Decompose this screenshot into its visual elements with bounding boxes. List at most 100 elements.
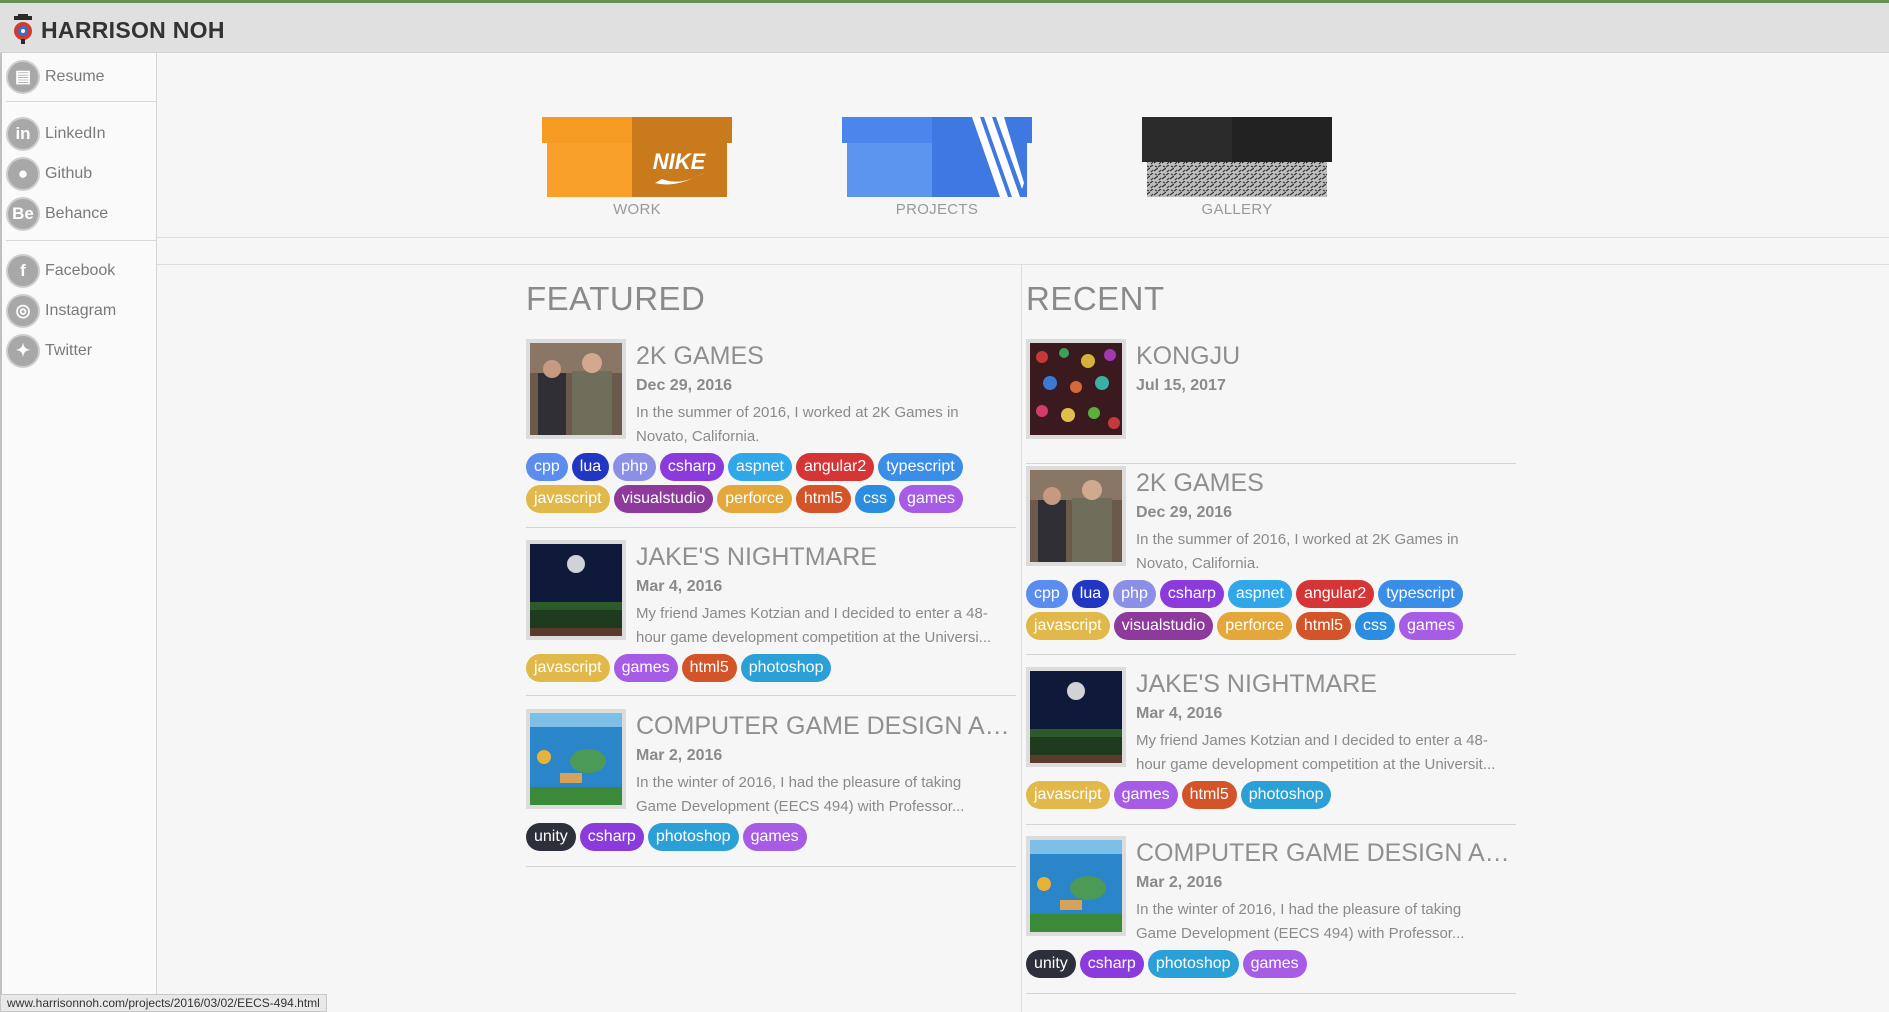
- tag-photoshop[interactable]: photoshop: [740, 654, 832, 682]
- facebook-icon: f: [6, 254, 40, 288]
- sidebar-item-github[interactable]: ● Github: [6, 156, 156, 192]
- tag-php[interactable]: php: [613, 453, 656, 481]
- card-title[interactable]: KONGJU: [1136, 342, 1516, 371]
- tag-perforce[interactable]: perforce: [1217, 612, 1292, 640]
- sidebar-divider: [6, 101, 156, 102]
- card-title[interactable]: 2K GAMES: [636, 342, 1016, 371]
- card-divider: [526, 866, 1016, 867]
- projects-label: PROJECTS: [895, 201, 979, 218]
- sidebar-item-twitter[interactable]: ✦ Twitter: [6, 333, 156, 369]
- tag-lua[interactable]: lua: [571, 453, 610, 481]
- gallery-box-link[interactable]: GALLERY: [1142, 117, 1332, 218]
- tag-angular2[interactable]: angular2: [795, 453, 875, 481]
- sidebar-item-behance[interactable]: Be Behance: [6, 196, 156, 232]
- tag-photoshop[interactable]: photoshop: [1240, 781, 1332, 809]
- card-description-line: Game Development (EECS 494) with Profess…: [636, 798, 965, 815]
- github-icon: ●: [6, 157, 40, 191]
- sidebar-item-label: Resume: [45, 68, 105, 85]
- tag-games[interactable]: games: [1399, 612, 1464, 640]
- sidebar-divider: [6, 240, 156, 241]
- tag-javascript[interactable]: javascript: [526, 654, 610, 682]
- tag-css[interactable]: css: [855, 485, 896, 513]
- tag-html5[interactable]: html5: [1181, 781, 1237, 809]
- tag-javascript[interactable]: javascript: [526, 485, 610, 513]
- tag-aspnet[interactable]: aspnet: [1227, 580, 1292, 608]
- card-thumbnail[interactable]: [526, 709, 626, 809]
- tag-angular2[interactable]: angular2: [1295, 580, 1375, 608]
- sidebar-item-facebook[interactable]: f Facebook: [6, 253, 156, 289]
- svg-text:NIKE: NIKE: [653, 149, 707, 174]
- twitter-icon: ✦: [6, 334, 40, 368]
- column-divider: [1021, 265, 1022, 1012]
- tag-games[interactable]: games: [742, 823, 807, 851]
- tag-unity[interactable]: unity: [526, 823, 576, 851]
- tag-css[interactable]: css: [1355, 612, 1396, 640]
- card-description-line: hour game development competition at the…: [1136, 756, 1496, 773]
- card-title[interactable]: 2K GAMES: [1136, 469, 1516, 498]
- sidebar: ▤ Resume in LinkedIn ● Github Be Behance…: [0, 53, 157, 1012]
- tag-lua[interactable]: lua: [1071, 580, 1110, 608]
- card-thumbnail[interactable]: [1026, 466, 1126, 566]
- tag-html5[interactable]: html5: [795, 485, 852, 513]
- tag-photoshop[interactable]: photoshop: [647, 823, 739, 851]
- brand-name[interactable]: HARRISON NOH: [41, 17, 225, 44]
- card-title[interactable]: JAKE'S NIGHTMARE: [636, 543, 1016, 572]
- tag-list: cpp lua php csharp aspnet angular2 typescript j…: [526, 453, 1016, 513]
- tag-javascript[interactable]: javascript: [1026, 781, 1110, 809]
- card-description-line: Novato, California.: [1136, 555, 1260, 572]
- card-divider: [526, 527, 1016, 528]
- sidebar-item-linkedin[interactable]: in LinkedIn: [6, 116, 156, 152]
- card-thumbnail[interactable]: [526, 540, 626, 640]
- card-title[interactable]: COMPUTER GAME DESIGN AN...: [1136, 839, 1516, 868]
- logo-icon[interactable]: [10, 14, 36, 44]
- card-description: My friend James Kotzian and I decided to…: [636, 602, 1016, 650]
- tag-games[interactable]: games: [1242, 950, 1307, 978]
- tag-html5[interactable]: html5: [681, 654, 737, 682]
- tag-csharp[interactable]: csharp: [1159, 580, 1224, 608]
- tag-cpp[interactable]: cpp: [1026, 580, 1068, 608]
- card-title[interactable]: JAKE'S NIGHTMARE: [1136, 670, 1516, 699]
- tag-games[interactable]: games: [1113, 781, 1178, 809]
- tag-typescript[interactable]: typescript: [878, 453, 963, 481]
- sidebar-item-label: Facebook: [45, 262, 116, 279]
- card-date: Mar 4, 2016: [1136, 705, 1223, 722]
- sidebar-item-instagram[interactable]: ◎ Instagram: [6, 293, 156, 329]
- tag-cpp[interactable]: cpp: [526, 453, 568, 481]
- tag-perforce[interactable]: perforce: [717, 485, 792, 513]
- tag-visualstudio[interactable]: visualstudio: [613, 485, 714, 513]
- tag-html5[interactable]: html5: [1295, 612, 1352, 640]
- tag-games[interactable]: games: [899, 485, 964, 513]
- sidebar-item-resume[interactable]: ▤ Resume: [6, 59, 156, 95]
- card-thumbnail[interactable]: [526, 339, 626, 439]
- card-description: In the winter of 2016, I had the pleasur…: [636, 771, 1016, 819]
- status-bar-url: www.harrisonnoh.com/projects/2016/03/02/…: [0, 994, 327, 1012]
- card-thumbnail[interactable]: [1026, 836, 1126, 936]
- resume-icon: ▤: [6, 60, 40, 94]
- tag-php[interactable]: php: [1113, 580, 1156, 608]
- sidebar-item-label: LinkedIn: [45, 125, 106, 142]
- card-thumbnail[interactable]: [1026, 339, 1126, 439]
- work-box-link[interactable]: NIKE WORK: [542, 117, 732, 218]
- card-description-line: In the summer of 2016, I worked at 2K Ga…: [636, 404, 959, 421]
- tag-unity[interactable]: unity: [1026, 950, 1076, 978]
- card-description-line: Game Development (EECS 494) with Profess…: [1136, 925, 1465, 942]
- tag-javascript[interactable]: javascript: [1026, 612, 1110, 640]
- tag-games[interactable]: games: [613, 654, 678, 682]
- card-description-line: In the winter of 2016, I had the pleasur…: [1136, 901, 1462, 918]
- tag-aspnet[interactable]: aspnet: [727, 453, 792, 481]
- tag-csharp[interactable]: csharp: [1079, 950, 1144, 978]
- tag-csharp[interactable]: csharp: [659, 453, 724, 481]
- section-band: [157, 238, 1889, 265]
- tag-list: javascript games html5 photoshop: [1026, 781, 1516, 809]
- card-title[interactable]: COMPUTER GAME DESIGN AN...: [636, 712, 1016, 741]
- projects-box-link[interactable]: PROJECTS: [842, 117, 1032, 218]
- tag-photoshop[interactable]: photoshop: [1147, 950, 1239, 978]
- card-description-line: In the winter of 2016, I had the pleasur…: [636, 774, 962, 791]
- card-divider: [1026, 993, 1516, 994]
- tag-visualstudio[interactable]: visualstudio: [1113, 612, 1214, 640]
- card-thumbnail[interactable]: [1026, 667, 1126, 767]
- card-description: My friend James Kotzian and I decided to…: [1136, 729, 1516, 777]
- tag-typescript[interactable]: typescript: [1378, 580, 1463, 608]
- linkedin-icon: in: [6, 117, 40, 151]
- tag-csharp[interactable]: csharp: [579, 823, 644, 851]
